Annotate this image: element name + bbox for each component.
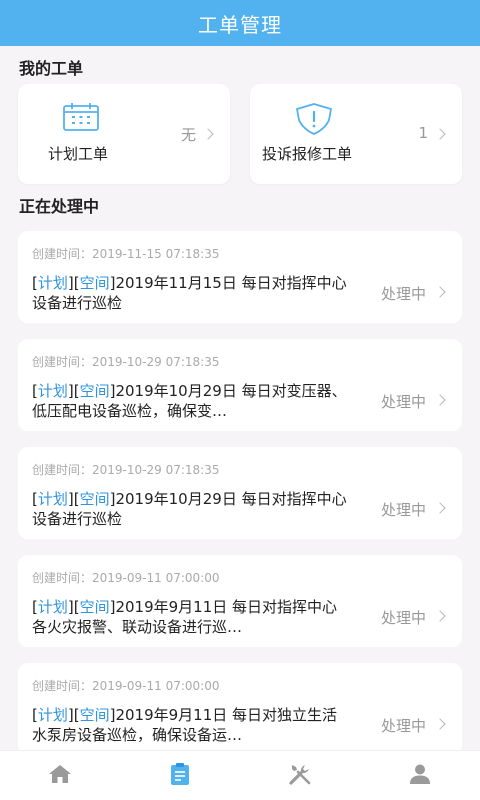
app-header: 工单管理	[0, 0, 480, 46]
created-time: 创建时间：2019-09-11 07:00:00	[32, 679, 220, 693]
user-icon	[409, 763, 431, 789]
chevron-right-icon	[434, 610, 446, 622]
clipboard-icon	[169, 762, 191, 790]
created-time: 创建时间：2019-09-11 07:00:00	[32, 571, 220, 585]
bottom-tab-bar	[0, 750, 480, 800]
order-title: [计划][空间]2019年10月29日 每日对指挥中心设备进行巡检	[32, 490, 347, 528]
order-status: 处理中	[380, 717, 426, 735]
calendar-icon	[62, 102, 100, 136]
order-card[interactable]: 创建时间：2019-09-11 07:00:00 [计划][空间]2019年9月…	[18, 555, 462, 647]
chevron-right-icon	[434, 394, 446, 406]
chevron-right-icon	[202, 128, 214, 140]
tag-space: 空间	[79, 490, 110, 508]
plan-orders-card[interactable]: 计划工单 无	[18, 84, 230, 184]
created-time: 创建时间：2019-11-15 07:18:35	[32, 247, 220, 261]
shield-alert-icon	[294, 102, 334, 140]
tab-tools[interactable]	[240, 751, 360, 800]
complaint-orders-label: 投诉报修工单	[262, 145, 353, 163]
tab-home[interactable]	[0, 751, 120, 800]
page-title: 工单管理	[198, 12, 282, 37]
order-list: 创建时间：2019-11-15 07:18:35 [计划][空间]2019年11…	[0, 231, 480, 755]
home-icon	[48, 763, 72, 789]
tag-plan: 计划	[37, 382, 68, 400]
tools-icon	[288, 762, 312, 790]
plan-orders-count: 无	[180, 126, 196, 144]
complaint-orders-count: 1	[418, 124, 428, 142]
tab-profile[interactable]	[360, 751, 480, 800]
order-title: [计划][空间]2019年9月11日 每日对独立生活水泵房设备巡检，确保设备运…	[32, 706, 338, 744]
complaint-orders-card[interactable]: 投诉报修工单 1	[250, 84, 462, 184]
order-card[interactable]: 创建时间：2019-10-29 07:18:35 [计划][空间]2019年10…	[18, 447, 462, 539]
tag-space: 空间	[79, 382, 110, 400]
my-orders-title: 我的工单	[19, 59, 84, 78]
created-time: 创建时间：2019-10-29 07:18:35	[32, 463, 220, 477]
tag-space: 空间	[79, 706, 110, 724]
order-status: 处理中	[380, 393, 426, 411]
tag-plan: 计划	[37, 490, 68, 508]
tag-space: 空间	[79, 598, 110, 616]
quick-cards: 计划工单 无 投诉报修工单 1	[0, 84, 480, 184]
order-status: 处理中	[380, 285, 426, 303]
created-time: 创建时间：2019-10-29 07:18:35	[32, 355, 220, 369]
order-status: 处理中	[380, 501, 426, 519]
chevron-right-icon	[434, 718, 446, 730]
tag-plan: 计划	[37, 706, 68, 724]
order-title: [计划][空间]2019年9月11日 每日对指挥中心各火灾报警、联动设备进行巡…	[32, 598, 338, 636]
chevron-right-icon	[434, 502, 446, 514]
order-title: [计划][空间]2019年11月15日 每日对指挥中心设备进行巡检	[32, 274, 347, 312]
order-card[interactable]: 创建时间：2019-10-29 07:18:35 [计划][空间]2019年10…	[18, 339, 462, 431]
chevron-right-icon	[434, 286, 446, 298]
order-card[interactable]: 创建时间：2019-11-15 07:18:35 [计划][空间]2019年11…	[18, 231, 462, 323]
chevron-right-icon	[434, 128, 446, 140]
order-title: [计划][空间]2019年10月29日 每日对变压器、低压配电设备巡检，确保变…	[32, 382, 347, 420]
order-card[interactable]: 创建时间：2019-09-11 07:00:00 [计划][空间]2019年9月…	[18, 663, 462, 755]
tab-orders[interactable]	[120, 751, 240, 800]
processing-title: 正在处理中	[19, 197, 100, 216]
tag-plan: 计划	[37, 598, 68, 616]
tag-space: 空间	[79, 274, 110, 292]
tag-plan: 计划	[37, 274, 68, 292]
order-status: 处理中	[380, 609, 426, 627]
plan-orders-label: 计划工单	[48, 145, 109, 163]
